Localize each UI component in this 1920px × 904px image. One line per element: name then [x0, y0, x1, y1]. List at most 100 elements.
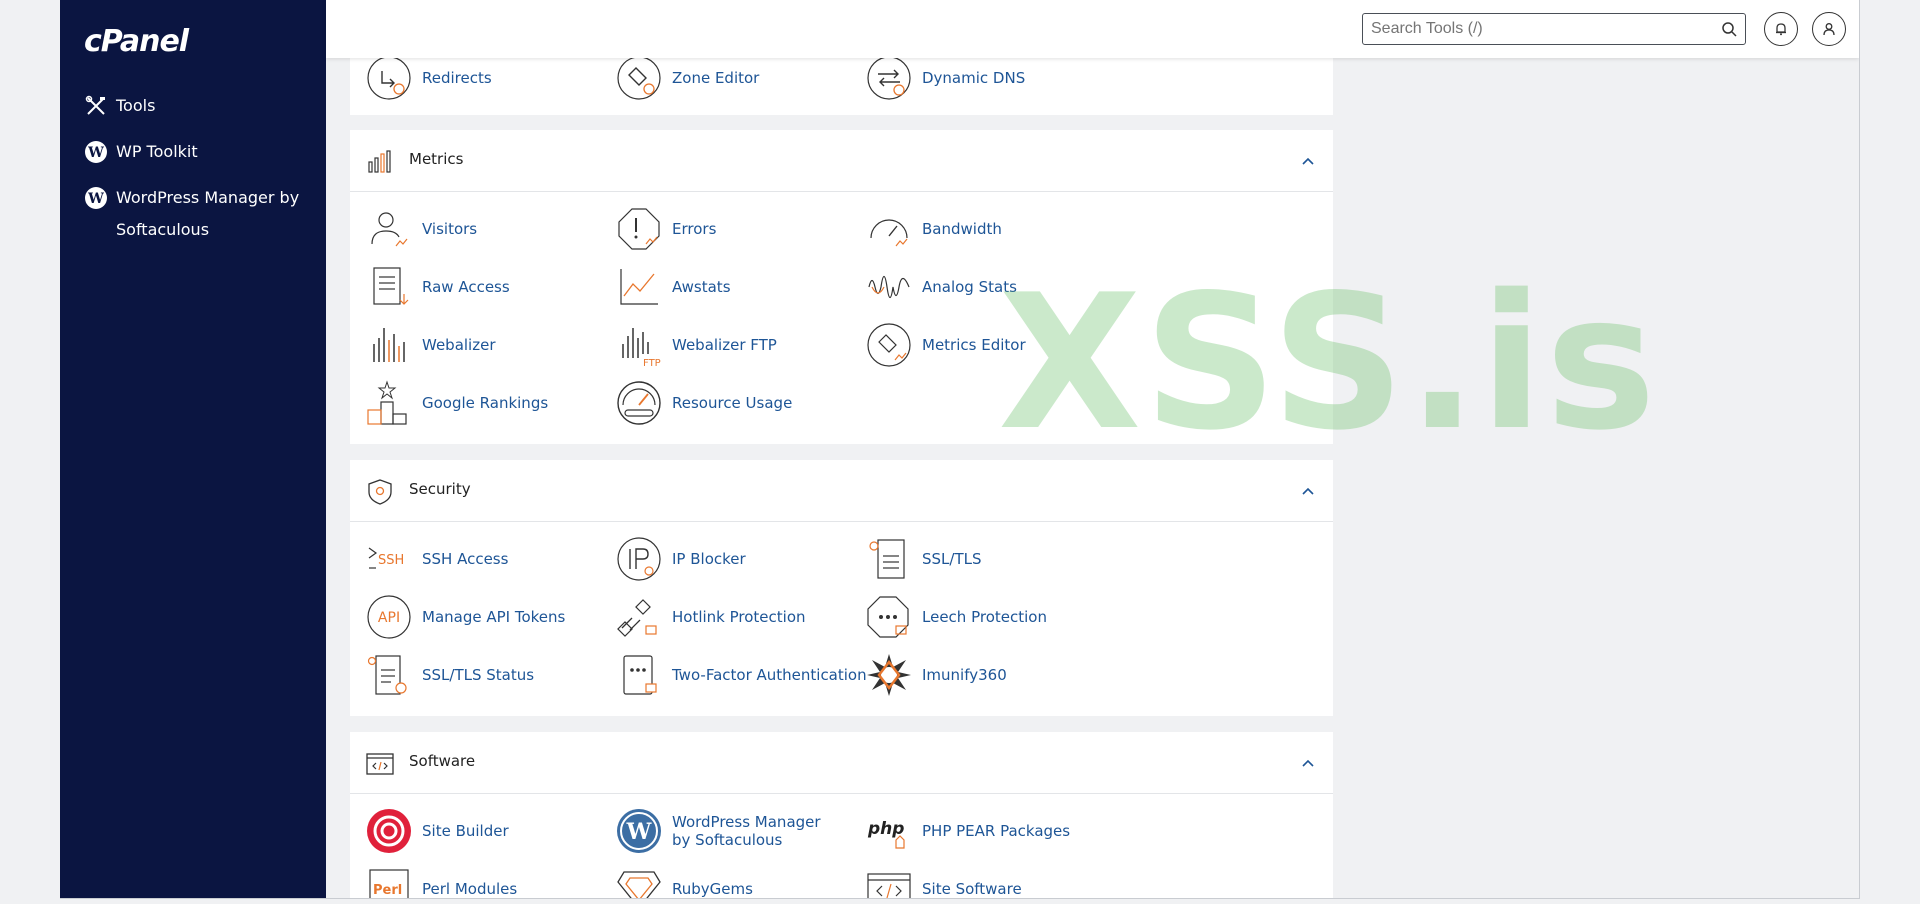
site-software-icon [867, 873, 911, 898]
perl-icon: Perl [369, 869, 409, 898]
tool-ssl-tls-status[interactable]: SSL/TLS Status [366, 652, 534, 698]
leech-protection-icon [867, 596, 909, 638]
wordpress-icon: W [617, 809, 661, 853]
google-rankings-icon [367, 380, 407, 425]
php-icon: php [867, 819, 905, 849]
errors-icon [618, 208, 660, 250]
code-window-icon [366, 753, 394, 775]
tool-leech-protection[interactable]: Leech Protection [866, 594, 1047, 640]
bandwidth-icon [870, 219, 908, 247]
metrics-title: Metrics [409, 150, 464, 168]
ssh-icon: SSH [368, 547, 404, 569]
tool-imunify360[interactable]: Imunify360 [866, 652, 1007, 698]
tools-icon [85, 95, 105, 115]
svg-text:php: php [867, 819, 904, 839]
tool-visitors[interactable]: Visitors [366, 206, 477, 252]
tool-raw-access[interactable]: Raw Access [366, 264, 510, 310]
shield-icon [368, 479, 392, 505]
cpanel-logo[interactable]: cPanel [84, 24, 189, 59]
rubygems-icon [617, 871, 661, 898]
ssl-certificate-icon [869, 539, 905, 579]
tool-metrics-editor[interactable]: Metrics Editor [866, 322, 1026, 368]
tool-rubygems[interactable]: RubyGems [616, 866, 753, 898]
tool-site-software[interactable]: Site Software [866, 866, 1022, 898]
tool-webalizer[interactable]: Webalizer [366, 322, 496, 368]
tool-google-rankings[interactable]: Google Rankings [366, 380, 548, 426]
imunify360-icon [867, 654, 911, 696]
svg-text:API: API [378, 610, 400, 626]
tool-site-builder[interactable]: Site Builder [366, 808, 509, 854]
sidebar: cPanel Tools W WP Toolkit W WordPress Ma… [60, 0, 326, 898]
search-box [1362, 13, 1746, 45]
chevron-up-icon[interactable] [1301, 154, 1315, 168]
two-factor-icon [623, 655, 657, 695]
visitors-icon [371, 212, 408, 247]
software-header[interactable]: Software [350, 732, 1333, 794]
site-builder-icon [367, 809, 411, 853]
main-content: Redirects Zone Editor Dynamic DNS Metric… [326, 0, 1859, 898]
sidebar-item-wordpress-manager[interactable]: W WordPress Manager by Softaculous [84, 182, 304, 246]
metrics-icon [368, 150, 391, 173]
svg-text:W: W [626, 819, 652, 845]
svg-text:SSH: SSH [378, 553, 404, 568]
bell-icon [1776, 23, 1786, 36]
security-title: Security [409, 480, 471, 498]
svg-text:Perl: Perl [373, 883, 402, 898]
wordpress-icon: W [85, 141, 107, 163]
sidebar-item-tools[interactable]: Tools [84, 90, 155, 122]
security-panel: Security SSH SSH Access IP Blocker SSL/T… [350, 460, 1333, 716]
sidebar-item-label: WP Toolkit [116, 142, 198, 161]
tool-webalizer-ftp[interactable]: FTP Webalizer FTP [616, 322, 777, 368]
hotlink-icon [617, 599, 657, 637]
awstats-icon [620, 269, 658, 305]
metrics-editor-icon [867, 323, 911, 367]
tool-awstats[interactable]: Awstats [616, 264, 731, 310]
tool-ip-blocker[interactable]: IP Blocker [616, 536, 746, 582]
sidebar-item-wp-toolkit[interactable]: W WP Toolkit [84, 136, 198, 168]
wordpress-icon: W [85, 187, 107, 209]
tool-errors[interactable]: Errors [616, 206, 716, 252]
webalizer-icon [373, 328, 405, 362]
chevron-up-icon[interactable] [1301, 484, 1315, 498]
raw-access-icon [373, 267, 409, 305]
security-header[interactable]: Security [350, 460, 1333, 522]
webalizer-ftp-icon: FTP [622, 328, 661, 368]
zone-editor-icon [617, 56, 661, 100]
tool-dynamic-dns[interactable]: Dynamic DNS [866, 55, 1025, 101]
software-title: Software [409, 752, 476, 770]
ip-blocker-icon [617, 537, 661, 581]
svg-text:W: W [87, 145, 104, 161]
tool-ssh-access[interactable]: SSH SSH Access [366, 536, 508, 582]
tool-wordpress-manager[interactable]: W WordPress Manager by Softaculous [616, 808, 842, 854]
cpanel-window: cPanel Tools W WP Toolkit W WordPress Ma… [60, 0, 1860, 899]
tool-resource-usage[interactable]: Resource Usage [616, 380, 792, 426]
resource-usage-icon [617, 381, 661, 425]
tool-manage-api-tokens[interactable]: API Manage API Tokens [366, 594, 565, 640]
tool-php-pear-packages[interactable]: php PHP PEAR Packages [866, 808, 1070, 854]
svg-text:FTP: FTP [643, 358, 661, 368]
tool-ssl-tls[interactable]: SSL/TLS [866, 536, 982, 582]
user-icon [1823, 23, 1835, 36]
search-input[interactable] [1363, 14, 1703, 44]
sidebar-item-label: WordPress Manager by Softaculous [116, 188, 300, 239]
ssl-status-icon [367, 655, 407, 695]
software-panel: Software Site Builder W WordPress Manage… [350, 732, 1333, 898]
api-icon: API [367, 595, 411, 639]
tool-perl-modules[interactable]: Perl Perl Modules [366, 866, 517, 898]
chevron-up-icon[interactable] [1301, 756, 1315, 770]
user-menu-button[interactable] [1812, 12, 1846, 46]
redirect-icon [367, 56, 411, 100]
sidebar-item-label: Tools [116, 96, 156, 115]
tool-analog-stats[interactable]: Analog Stats [866, 264, 1017, 310]
notifications-button[interactable] [1764, 12, 1798, 46]
top-bar [326, 0, 1859, 58]
tool-bandwidth[interactable]: Bandwidth [866, 206, 1002, 252]
tool-two-factor-authentication[interactable]: Two-Factor Authentication [616, 652, 867, 698]
dynamic-dns-icon [867, 56, 911, 100]
tool-redirects[interactable]: Redirects [366, 55, 492, 101]
tool-zone-editor[interactable]: Zone Editor [616, 55, 759, 101]
search-icon[interactable] [1721, 21, 1737, 37]
metrics-header[interactable]: Metrics [350, 130, 1333, 192]
analog-stats-icon [868, 275, 910, 299]
tool-hotlink-protection[interactable]: Hotlink Protection [616, 594, 806, 640]
